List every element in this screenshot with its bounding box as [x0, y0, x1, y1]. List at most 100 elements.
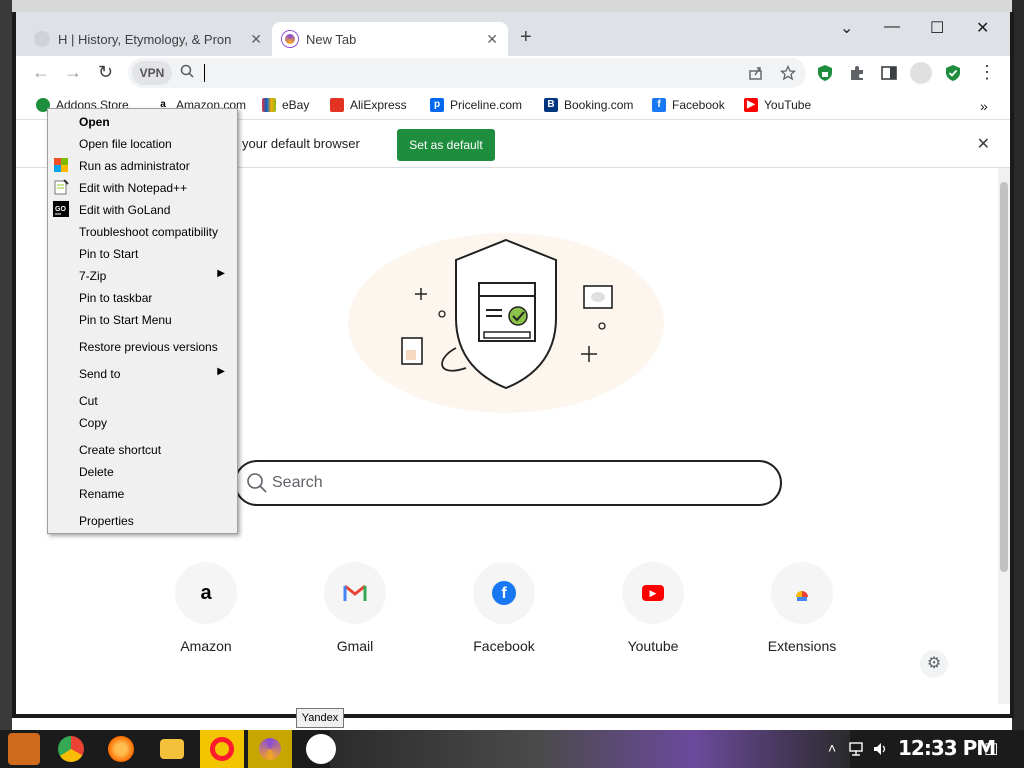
menu-item-create-shortcut[interactable]: Create shortcut [48, 439, 237, 459]
close-icon[interactable]: ✕ [486, 31, 498, 48]
shortcut-tile-gmail[interactable]: Gmail [295, 562, 415, 654]
forward-button[interactable]: → [64, 62, 82, 83]
facebook-icon: f [473, 562, 535, 624]
goland-icon: GO [53, 201, 69, 217]
opera-icon[interactable] [200, 730, 244, 768]
bookmark-label: AliExpress [350, 98, 407, 112]
scrollbar-thumb[interactable] [1000, 182, 1008, 572]
menu-item-open-file-location[interactable]: Open file location [48, 133, 237, 153]
close-window-button[interactable]: ✕ [976, 18, 989, 38]
shortcut-tile-extensions[interactable]: Extensions [742, 562, 862, 654]
globe-icon [34, 31, 50, 47]
tile-label: Amazon [180, 638, 232, 654]
menu-item-pin-to-taskbar[interactable]: Pin to taskbar [48, 287, 237, 307]
gmail-icon [324, 562, 386, 624]
youtube-icon: ▶ [744, 98, 758, 112]
bookmarks-overflow-button[interactable]: » [980, 98, 988, 114]
security-illustration [348, 233, 664, 413]
share-icon[interactable] [748, 65, 764, 81]
submenu-arrow-icon: ▶ [217, 366, 225, 377]
taskbar: ˄ 12:33 PM ☐ [0, 730, 1024, 768]
notepad-icon [54, 179, 69, 195]
menu-item-edit-notepadpp[interactable]: Edit with Notepad++ [48, 177, 237, 197]
taskbar-wallpaper-art [330, 730, 850, 768]
shield-extension-icon[interactable] [816, 64, 834, 82]
network-icon[interactable] [848, 741, 864, 757]
shortcut-tile-youtube[interactable]: ▶ Youtube [593, 562, 713, 654]
tile-label: Youtube [627, 638, 679, 654]
taskbar-tooltip: Yandex [296, 708, 344, 728]
desktop-background-left [0, 0, 12, 730]
adblock-shield-icon[interactable] [944, 64, 962, 82]
back-button[interactable]: ← [32, 62, 50, 83]
file-explorer-icon[interactable] [160, 739, 184, 759]
bookmark-label: Facebook [672, 98, 725, 112]
menu-item-edit-goland[interactable]: GO Edit with GoLand [48, 199, 237, 219]
start-icon[interactable] [8, 733, 40, 765]
toolbar: ← → ↻ VPN ⋮ [16, 56, 1010, 92]
amazon-icon: a [175, 562, 237, 624]
menu-item-copy[interactable]: Copy [48, 412, 237, 432]
browser-icon[interactable] [248, 730, 292, 768]
bookmark-label: Booking.com [564, 98, 634, 112]
new-tab-search-box[interactable]: Search [234, 460, 782, 506]
tray-overflow-icon[interactable]: ˄ [828, 740, 836, 756]
taskbar-clock[interactable]: 12:33 PM [898, 736, 996, 760]
menu-item-properties[interactable]: Properties [48, 510, 237, 530]
menu-item-pin-to-start-menu[interactable]: Pin to Start Menu [48, 309, 237, 329]
menu-item-restore-previous-versions[interactable]: Restore previous versions [48, 336, 237, 356]
menu-item-troubleshoot-compatibility[interactable]: Troubleshoot compatibility [48, 221, 237, 241]
bookmark-youtube[interactable]: ▶ YouTube [744, 98, 811, 112]
tab-title: New Tab [306, 31, 357, 47]
bookmark-facebook[interactable]: f Facebook [652, 98, 725, 112]
menu-item-open[interactable]: Open [48, 111, 237, 131]
minimize-button[interactable]: — [884, 18, 900, 36]
side-panel-icon[interactable] [880, 64, 898, 82]
firefox-icon[interactable] [108, 736, 134, 762]
close-icon[interactable]: ✕ [250, 31, 262, 48]
submenu-arrow-icon: ▶ [217, 268, 225, 279]
bookmark-aliexpress[interactable]: AliExpress [330, 98, 407, 112]
tab-history[interactable]: H | History, Etymology, & Pron ✕ [24, 22, 272, 56]
settings-gear-icon[interactable]: ⚙ [920, 650, 948, 678]
tile-label: Facebook [473, 638, 535, 654]
extensions-puzzle-icon[interactable] [848, 64, 866, 82]
app-icon[interactable] [306, 734, 336, 764]
menu-item-pin-to-start[interactable]: Pin to Start [48, 243, 237, 263]
menu-button[interactable]: ⋮ [978, 62, 996, 83]
bookmark-label: YouTube [764, 98, 812, 112]
reload-button[interactable]: ↻ [98, 62, 113, 83]
youtube-icon: ▶ [622, 562, 684, 624]
menu-item-send-to[interactable]: Send to ▶ [48, 363, 237, 383]
address-bar[interactable]: VPN [128, 58, 806, 88]
profile-avatar-icon[interactable] [910, 62, 932, 84]
notification-icon[interactable]: ☐ [984, 740, 998, 760]
tab-new-tab[interactable]: New Tab ✕ [272, 22, 508, 56]
page-scrollbar[interactable] [998, 168, 1010, 704]
menu-item-delete[interactable]: Delete [48, 461, 237, 481]
extensions-icon [771, 562, 833, 624]
chrome-icon[interactable] [58, 736, 84, 762]
bookmark-priceline[interactable]: p Priceline.com [430, 98, 522, 112]
volume-icon[interactable] [872, 741, 888, 757]
uac-shield-icon [54, 158, 68, 172]
infobar-close-icon[interactable]: ✕ [977, 134, 990, 154]
tab-search-icon[interactable]: ⌄ [840, 18, 853, 38]
vpn-button[interactable]: VPN [132, 61, 172, 85]
svg-text:GO: GO [55, 206, 66, 213]
menu-item-rename[interactable]: Rename [48, 483, 237, 503]
menu-item-run-as-administrator[interactable]: Run as administrator [48, 155, 237, 175]
tile-label: Gmail [336, 638, 374, 654]
shortcut-tile-amazon[interactable]: a Amazon [146, 562, 266, 654]
context-menu: Open Open file location Run as administr… [47, 108, 238, 534]
set-as-default-button[interactable]: Set as default [397, 129, 495, 161]
bookmark-star-icon[interactable] [780, 65, 796, 81]
shortcut-tile-facebook[interactable]: f Facebook [444, 562, 564, 654]
maximize-button[interactable]: ☐ [930, 18, 944, 38]
menu-item-7zip[interactable]: 7-Zip ▶ [48, 265, 237, 285]
bookmark-ebay[interactable]: eBay [262, 98, 309, 112]
bookmark-booking[interactable]: B Booking.com [544, 98, 633, 112]
menu-item-cut[interactable]: Cut [48, 390, 237, 410]
browser-logo-icon [282, 31, 298, 47]
new-tab-button[interactable]: + [520, 26, 532, 49]
